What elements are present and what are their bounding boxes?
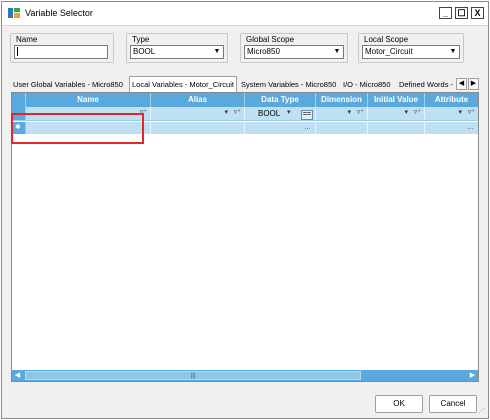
type-filter-group: Type BOOL ▼	[126, 33, 228, 63]
horizontal-scrollbar[interactable]: ◀ ||| ▶	[12, 370, 478, 381]
new-row-attribute-cell[interactable]: …	[425, 122, 478, 134]
ellipsis-icon[interactable]: …	[304, 122, 311, 134]
app-icon	[8, 8, 20, 18]
chevron-down-icon[interactable]: ▾	[347, 107, 351, 119]
cancel-button[interactable]: Cancel	[429, 395, 477, 413]
global-scope-value: Micro850	[247, 47, 280, 56]
tab-local-variables[interactable]: Local Variables - Motor_Circuit	[129, 76, 237, 93]
new-row-dimension-cell[interactable]	[316, 122, 368, 134]
column-header-initial-value[interactable]: Initial Value	[368, 93, 425, 107]
new-row-data-type-cell[interactable]: …	[245, 122, 316, 134]
name-filter-label: Name	[16, 35, 38, 44]
chevron-down-icon[interactable]: ▾	[224, 107, 228, 119]
tab-user-global-variables[interactable]: User Global Variables - Micro850	[11, 78, 125, 92]
resize-grip-icon[interactable]: ⋰	[478, 408, 486, 416]
alias-filter-cell[interactable]: ▾ ▿⁺	[151, 107, 245, 120]
tab-scroll-right-icon[interactable]: ▶	[468, 78, 479, 90]
minimize-button[interactable]: _	[439, 7, 452, 19]
data-type-filter-cell[interactable]: BOOL ▾ ==	[245, 107, 316, 120]
scroll-right-icon[interactable]: ▶	[467, 370, 478, 381]
global-scope-label: Global Scope	[246, 35, 295, 44]
attribute-filter-cell[interactable]: ▾ ▿⁺	[425, 107, 478, 120]
type-filter-select[interactable]: BOOL ▼	[130, 45, 224, 59]
dimension-filter-cell[interactable]: ▾ ▿⁺	[316, 107, 368, 120]
window-title: Variable Selector	[25, 8, 93, 18]
initial-value-filter-cell[interactable]: ▾ ▿⁺	[368, 107, 425, 120]
name-filter-input[interactable]	[14, 45, 108, 59]
chevron-down-icon[interactable]: ▾	[404, 107, 408, 119]
equals-operator-button[interactable]: ==	[300, 110, 313, 120]
name-filter-group: Name	[10, 33, 114, 63]
funnel-icon[interactable]: ▿⁺	[414, 107, 421, 119]
local-scope-value: Motor_Circuit	[365, 47, 413, 56]
funnel-icon[interactable]: ▿⁺	[234, 107, 241, 119]
local-scope-group: Local Scope Motor_Circuit ▼	[358, 33, 464, 63]
data-type-filter-value: BOOL	[258, 109, 281, 118]
text-cursor	[17, 47, 18, 57]
chevron-down-icon: ▼	[213, 48, 221, 55]
ok-button[interactable]: OK	[375, 395, 423, 413]
maximize-button[interactable]: ☐	[455, 7, 468, 19]
close-button[interactable]: X	[471, 7, 484, 19]
tab-io[interactable]: I/O - Micro850	[341, 78, 393, 92]
chevron-down-icon[interactable]: ▾	[458, 107, 462, 119]
column-header-data-type[interactable]: Data Type	[245, 93, 316, 107]
column-header-alias[interactable]: Alias	[151, 93, 245, 107]
scroll-left-icon[interactable]: ◀	[12, 370, 23, 381]
chevron-down-icon: ▼	[333, 48, 341, 55]
type-filter-label: Type	[132, 35, 150, 44]
new-row-alias-cell[interactable]	[151, 122, 245, 134]
funnel-icon[interactable]: ▿⁺	[357, 107, 364, 119]
scrollbar-grip: |||	[190, 373, 196, 379]
tab-system-variables[interactable]: System Variables - Micro850	[239, 78, 338, 92]
type-filter-value: BOOL	[133, 47, 156, 56]
column-header-dimension[interactable]: Dimension	[316, 93, 368, 107]
new-row-initial-value-cell[interactable]	[368, 122, 425, 134]
tab-scroll-left-icon[interactable]: ◀	[456, 78, 467, 90]
highlight-box	[11, 113, 144, 144]
chevron-down-icon: ▼	[449, 48, 457, 55]
row-header-corner	[12, 93, 26, 107]
variable-tabs: User Global Variables - Micro850 Local V…	[11, 76, 481, 93]
local-scope-label: Local Scope	[364, 35, 409, 44]
local-scope-select[interactable]: Motor_Circuit ▼	[362, 45, 460, 59]
column-header-name[interactable]: Name	[26, 93, 151, 107]
title-bar[interactable]: Variable Selector _ ☐ X	[2, 2, 488, 26]
column-header-attribute[interactable]: Attribute	[425, 93, 478, 107]
tab-defined-words[interactable]: Defined Words -	[397, 78, 455, 92]
variable-selector-window: Variable Selector _ ☐ X Name Type BOOL ▼…	[1, 1, 489, 419]
global-scope-select[interactable]: Micro850 ▼	[244, 45, 344, 59]
funnel-icon[interactable]: ▿⁺	[468, 107, 475, 119]
grid-header-row: Name Alias Data Type Dimension Initial V…	[12, 93, 478, 107]
global-scope-group: Global Scope Micro850 ▼	[240, 33, 348, 63]
chevron-down-icon[interactable]: ▾	[287, 107, 291, 119]
ellipsis-icon[interactable]: …	[467, 122, 474, 134]
scrollbar-thumb[interactable]: |||	[25, 371, 361, 380]
